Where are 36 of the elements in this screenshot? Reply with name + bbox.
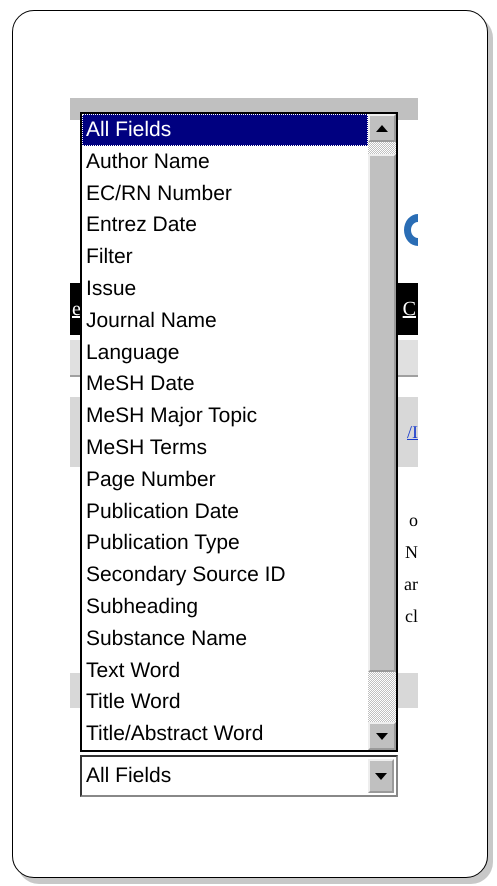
nav-link[interactable]: e	[72, 298, 81, 320]
dropdown-option[interactable]: EC/RN Number	[82, 178, 368, 210]
dropdown-option[interactable]: Text Word	[82, 654, 368, 686]
select-field[interactable]: All Fields	[80, 755, 398, 797]
dropdown-option[interactable]: Page Number	[82, 464, 368, 496]
page-text: N	[405, 541, 418, 563]
dropdown-option[interactable]: Language	[82, 336, 368, 368]
dropdown-option[interactable]: Title/Abstract Word	[82, 718, 368, 750]
dropdown-option[interactable]: Entrez Date	[82, 209, 368, 242]
nav-link[interactable]: C	[402, 298, 416, 320]
dropdown-option[interactable]: Secondary Source ID	[82, 559, 368, 591]
dropdown-option[interactable]: Publication Date	[82, 496, 368, 528]
down-arrow-icon	[376, 732, 388, 740]
dropdown-option[interactable]: Journal Name	[82, 304, 368, 337]
page-text: o	[409, 509, 418, 531]
page-link[interactable]: /I	[407, 422, 418, 442]
up-arrow-icon	[376, 124, 388, 132]
dropdown-option[interactable]: Publication Type	[82, 527, 368, 560]
dropdown-option[interactable]: All Fields	[82, 114, 368, 146]
page-text: cl	[405, 605, 418, 627]
down-arrow-icon	[375, 772, 387, 780]
scroll-thumb[interactable]	[368, 154, 396, 672]
dropdown-option[interactable]: Subheading	[82, 590, 368, 623]
scrollbar[interactable]	[368, 114, 396, 750]
dropdown-option[interactable]: Author Name	[82, 146, 368, 178]
scroll-up-button[interactable]	[368, 114, 396, 142]
dropdown-option[interactable]: MeSH Date	[82, 368, 368, 400]
dropdown-option[interactable]: Filter	[82, 241, 368, 273]
scroll-down-button[interactable]	[368, 722, 396, 750]
dropdown-option[interactable]: Issue	[82, 272, 368, 305]
dropdown-option[interactable]: MeSH Major Topic	[82, 400, 368, 432]
dropdown-option[interactable]: Title Word	[82, 686, 368, 718]
dropdown-option[interactable]: Substance Name	[82, 622, 368, 655]
dropdown-option[interactable]: MeSH Terms	[82, 432, 368, 464]
scroll-track[interactable]	[368, 142, 396, 154]
page-text: ar	[404, 573, 418, 595]
